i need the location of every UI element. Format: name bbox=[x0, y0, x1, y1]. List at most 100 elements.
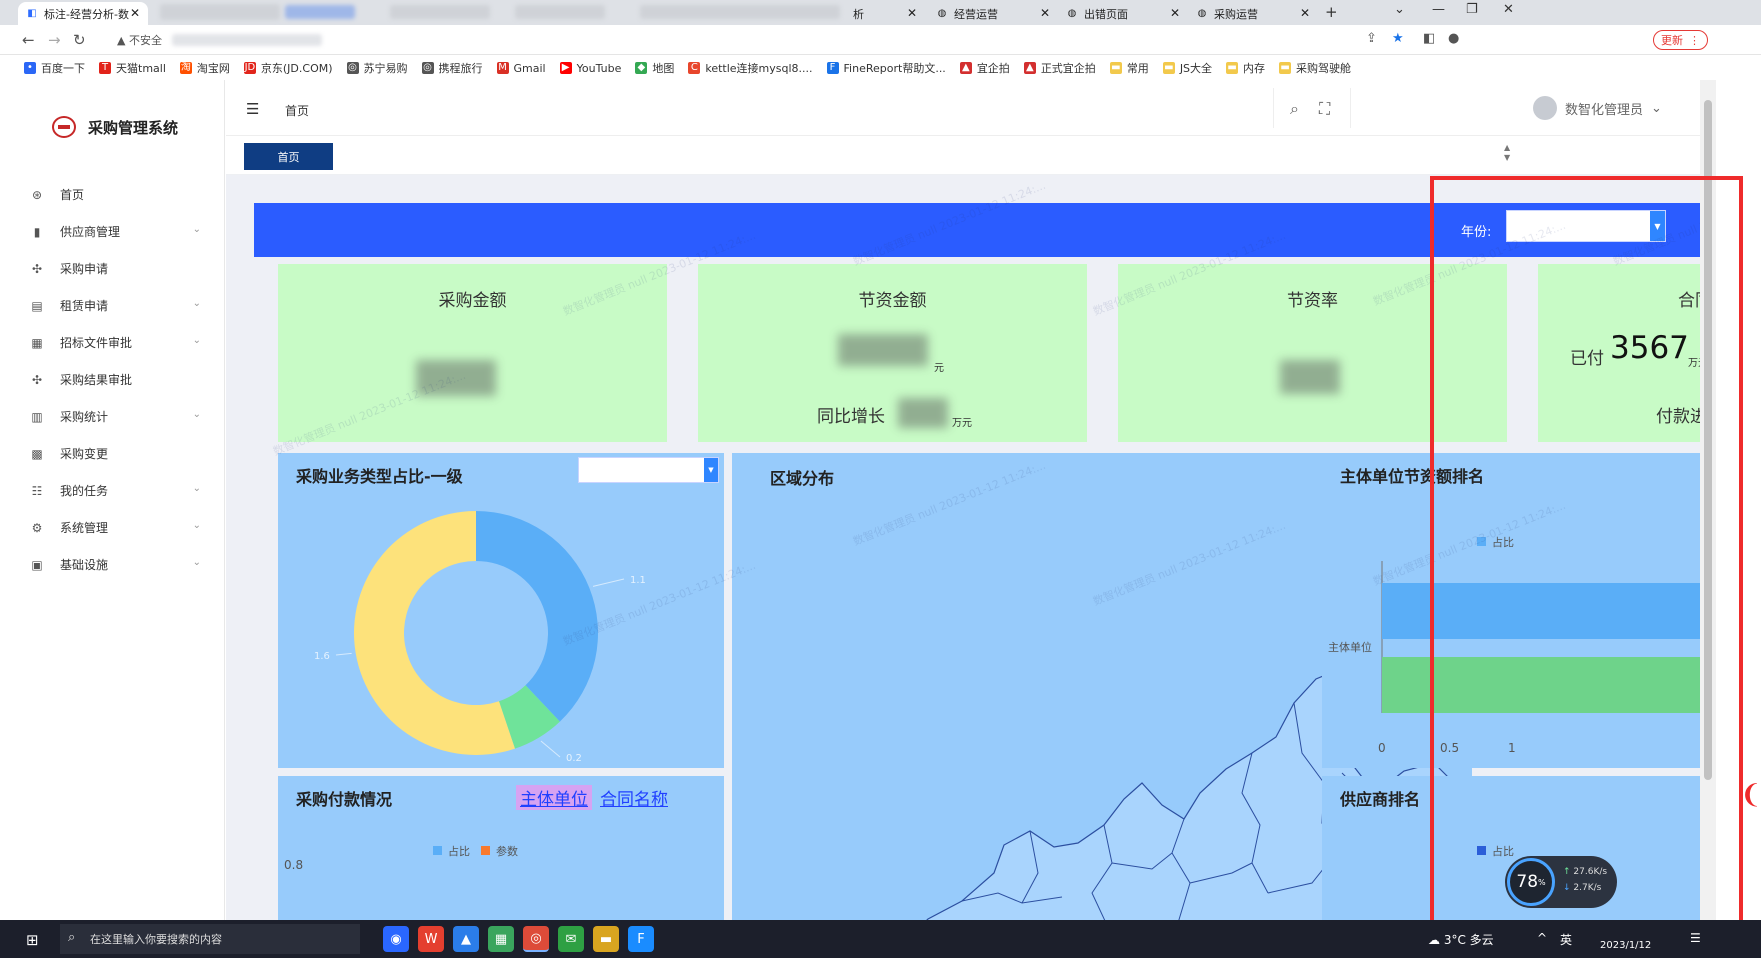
minimize-icon[interactable]: — bbox=[1432, 2, 1445, 17]
network-monitor-widget[interactable]: 78% ↑ 27.6K/s ↓ 2.7K/s bbox=[1505, 856, 1617, 908]
bookmark-item[interactable]: ▬ 内存 bbox=[1226, 60, 1265, 76]
bookmark-item[interactable]: ◎ 携程旅行 bbox=[421, 60, 483, 76]
url-field[interactable] bbox=[172, 34, 322, 46]
bookmark-icon: M bbox=[496, 62, 509, 74]
bookmark-item[interactable]: T 天猫tmall bbox=[99, 60, 166, 76]
bookmark-item[interactable]: ▬ 常用 bbox=[1109, 60, 1149, 76]
user-menu[interactable]: 数智化管理员 ⌄ bbox=[1533, 96, 1662, 120]
tray-chevron-icon[interactable]: ^ bbox=[1537, 931, 1547, 945]
tab-close-icon[interactable]: ✕ bbox=[1170, 6, 1180, 20]
breadcrumb[interactable]: 首页 bbox=[285, 102, 309, 119]
annotation-mark: ❨ bbox=[1740, 780, 1761, 810]
app-icon-chrome[interactable]: ◎ bbox=[523, 926, 549, 952]
browser-tab[interactable]: 析 ✕ bbox=[845, 2, 925, 25]
sidebar-item[interactable]: ✣ 采购结果审批 bbox=[0, 361, 225, 398]
bookmark-item[interactable]: ▶ YouTube bbox=[559, 62, 621, 75]
tab-title: 析 bbox=[853, 7, 864, 21]
donut-value-label: 1.1 bbox=[630, 575, 646, 586]
bookmark-label: 采购驾驶舱 bbox=[1296, 62, 1352, 75]
bookmark-item[interactable]: ▲ 正式宜企拍 bbox=[1023, 60, 1096, 76]
app-logo[interactable]: 采购管理系统 bbox=[52, 116, 178, 138]
sidebar-item[interactable]: ⚙ 系统管理 ⌄ bbox=[0, 509, 225, 546]
security-warning[interactable]: ▲ 不安全 bbox=[117, 32, 162, 48]
bookmark-icon: ▬ bbox=[1109, 62, 1122, 74]
panel-type-ratio: 采购业务类型占比-一级 ▼ 1.1 0.2 1.6 bbox=[278, 453, 724, 768]
bookmark-item[interactable]: F FineReport帮助文... bbox=[826, 60, 946, 76]
cpu-usage-ring: 78% bbox=[1507, 858, 1555, 906]
search-icon[interactable]: ⌕ bbox=[1290, 99, 1299, 119]
update-button[interactable]: 更新 ⋮ bbox=[1653, 30, 1708, 50]
new-tab-button[interactable]: + bbox=[1325, 3, 1338, 21]
tag-scroll-icon[interactable]: ▲ ▼ bbox=[1504, 143, 1510, 163]
os-taskbar: ⊞ ⌕ 在这里输入你要搜索的内容 ◉ W ▲ ▦ ◎ ✉ ▬ F ☁ 3°C 多… bbox=[0, 920, 1761, 958]
tab-close-icon[interactable]: ✕ bbox=[130, 6, 140, 20]
taskbar-search[interactable]: ⌕ 在这里输入你要搜索的内容 bbox=[60, 924, 360, 954]
tab-close-icon[interactable]: ✕ bbox=[907, 6, 917, 20]
tab-title: 出错页面 bbox=[1084, 7, 1128, 21]
tag-home[interactable]: 首页 bbox=[244, 143, 333, 170]
sidebar-item[interactable]: ✣ 采购申请 bbox=[0, 250, 225, 287]
sidebar-item[interactable]: ▣ 基础设施 ⌄ bbox=[0, 546, 225, 583]
app-icon-finereport[interactable]: F bbox=[628, 926, 654, 952]
browser-tab[interactable]: ◍ 采购运营 ✕ bbox=[1188, 2, 1318, 25]
bookmark-item[interactable]: ▬ JS大全 bbox=[1162, 60, 1212, 76]
tab-search-icon[interactable]: ⌄ bbox=[1394, 2, 1405, 17]
notification-icon[interactable]: ☰ bbox=[1690, 931, 1701, 945]
bookmark-star-icon[interactable]: ★ bbox=[1392, 31, 1404, 46]
menu-icon: ⊛ bbox=[31, 187, 43, 202]
sidebar-item[interactable]: ☷ 我的任务 ⌄ bbox=[0, 472, 225, 509]
bookmark-label: 常用 bbox=[1126, 62, 1149, 75]
ime-indicator[interactable]: 英 bbox=[1560, 931, 1572, 948]
browser-tab-active[interactable]: ◧ 标注-经营分析-数 ✕ bbox=[18, 2, 148, 25]
tab-by-unit[interactable]: 主体单位 bbox=[516, 785, 592, 810]
bookmark-item[interactable]: • 百度一下 bbox=[24, 60, 85, 76]
bookmark-item[interactable]: ▲ 宜企拍 bbox=[959, 60, 1010, 76]
tab-close-icon[interactable]: ✕ bbox=[1040, 6, 1050, 20]
bookmark-item[interactable]: Ckettle连接mysql8.... bbox=[688, 60, 813, 76]
bookmark-item[interactable]: ▬ 采购驾驶舱 bbox=[1279, 60, 1351, 76]
windows-start-icon[interactable]: ⊞ bbox=[26, 931, 39, 949]
tab-by-contract[interactable]: 合同名称 bbox=[600, 785, 668, 810]
share-icon[interactable]: ⇪ bbox=[1366, 31, 1377, 46]
sidebar-item[interactable]: ⊛ 首页 bbox=[0, 176, 225, 213]
forward-icon[interactable]: → bbox=[48, 31, 61, 49]
app-icon-wechat[interactable]: ✉ bbox=[558, 926, 584, 952]
chevron-down-icon: ⌄ bbox=[192, 520, 201, 531]
bookmark-label: Gmail bbox=[513, 61, 546, 75]
sidebar-item[interactable]: ▦ 招标文件审批 ⌄ bbox=[0, 324, 225, 361]
bookmark-item[interactable]: ◎ 苏宁易购 bbox=[346, 60, 408, 76]
legend-label: 占比 bbox=[448, 845, 470, 858]
reload-icon[interactable]: ↻ bbox=[73, 31, 86, 49]
weather[interactable]: ☁ 3°C 多云 bbox=[1428, 931, 1494, 948]
bookmark-item[interactable]: ◆ 地图 bbox=[635, 60, 674, 76]
browser-tab[interactable]: ◍ 经营运营 ✕ bbox=[928, 2, 1058, 25]
restore-icon[interactable]: ❐ bbox=[1466, 2, 1478, 17]
fullscreen-icon[interactable]: ⛶ bbox=[1319, 99, 1330, 119]
back-icon[interactable]: ← bbox=[22, 31, 35, 49]
donut-label-line bbox=[540, 740, 561, 758]
more-menu-icon: ⋮ bbox=[1689, 33, 1700, 47]
bookmark-item[interactable]: JD 京东(JD.COM) bbox=[243, 60, 333, 76]
bookmark-item[interactable]: 淘淘宝网 bbox=[179, 60, 230, 76]
app-icon-sheet[interactable]: ▦ bbox=[488, 926, 514, 952]
app-icon-photos[interactable]: ▲ bbox=[453, 926, 479, 952]
clock-date[interactable]: 2023/1/12 bbox=[1600, 940, 1651, 951]
sidebar-item[interactable]: ▮ 供应商管理 ⌄ bbox=[0, 213, 225, 250]
sidebar-item[interactable]: ▥ 采购统计 ⌄ bbox=[0, 398, 225, 435]
bookmark-item[interactable]: M Gmail bbox=[496, 61, 546, 75]
profile-icon[interactable]: ● bbox=[1448, 31, 1459, 46]
sidebar-item[interactable]: ▩ 采购变更 bbox=[0, 435, 225, 472]
tab-close-icon[interactable]: ✕ bbox=[1300, 6, 1310, 20]
app-icon-explorer[interactable]: ▬ bbox=[593, 926, 619, 952]
menu-icon: ▣ bbox=[31, 557, 43, 572]
bookmark-label: 内存 bbox=[1243, 62, 1266, 75]
app-icon-wps[interactable]: W bbox=[418, 926, 444, 952]
menu-toggle-icon[interactable]: ☰ bbox=[246, 100, 259, 118]
bookmark-icon: ▬ bbox=[1226, 62, 1239, 74]
window-close-icon[interactable]: ✕ bbox=[1503, 2, 1514, 17]
browser-tab[interactable]: ◍ 出错页面 ✕ bbox=[1058, 2, 1188, 25]
side-panel-icon[interactable]: ◧ bbox=[1423, 31, 1435, 46]
bookmark-label: 地图 bbox=[652, 62, 675, 75]
sidebar-item[interactable]: ▤ 租赁申请 ⌄ bbox=[0, 287, 225, 324]
app-icon-browser[interactable]: ◉ bbox=[383, 926, 409, 952]
